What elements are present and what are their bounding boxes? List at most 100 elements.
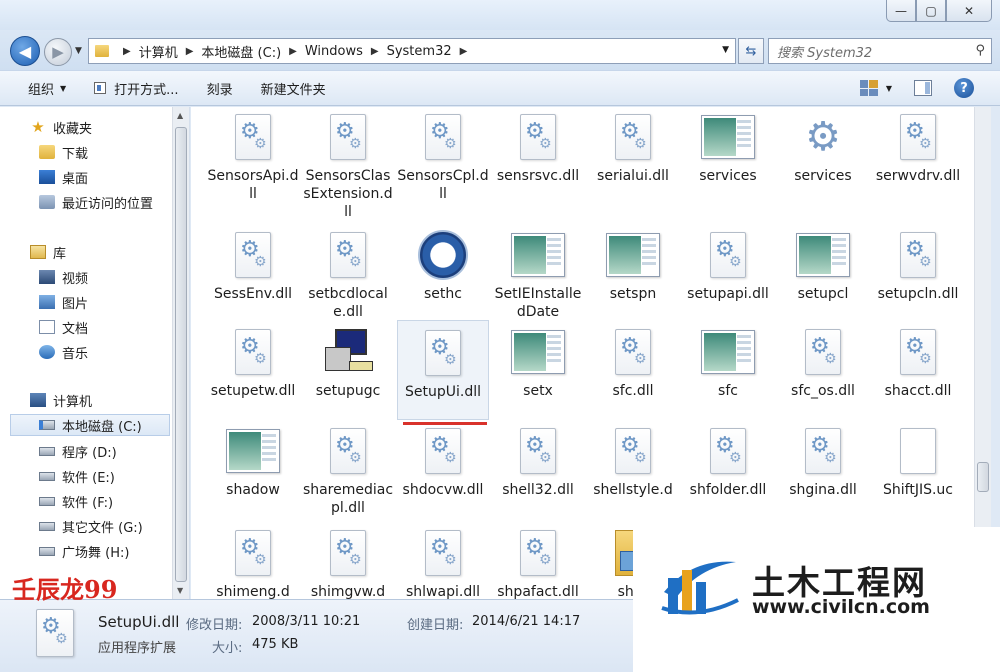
file-item[interactable]: services bbox=[682, 111, 774, 185]
breadcrumb-windows[interactable]: Windows bbox=[305, 44, 363, 59]
breadcrumb-separator-icon[interactable]: ▶ bbox=[371, 46, 379, 57]
file-item[interactable]: shell32.dll bbox=[492, 425, 584, 499]
nav-drive-d[interactable]: 程序 (D:) bbox=[39, 440, 117, 462]
nav-recent-places[interactable]: 最近访问的位置 bbox=[39, 191, 153, 213]
file-item[interactable]: SetupUi.dll bbox=[397, 320, 489, 420]
file-item[interactable]: ShiftJIS.uc bbox=[872, 425, 964, 499]
address-bar[interactable]: ▶ 计算机 ▶ 本地磁盘 (C:) ▶ Windows ▶ System32 ▶… bbox=[88, 38, 736, 64]
file-item[interactable]: serialui.dll bbox=[587, 111, 679, 185]
scroll-down-icon[interactable]: ▼ bbox=[177, 586, 183, 595]
file-item[interactable]: SensorsCpl.dll bbox=[397, 111, 489, 203]
new-folder-button[interactable]: 新建文件夹 bbox=[247, 71, 340, 105]
organize-menu[interactable]: 组织 ▼ bbox=[0, 71, 80, 105]
file-item[interactable]: ⚙ services bbox=[777, 111, 869, 185]
dll-icon bbox=[415, 111, 471, 163]
maximize-button[interactable]: ▢ bbox=[916, 0, 946, 22]
nav-drive-g[interactable]: 其它文件 (G:) bbox=[39, 515, 143, 537]
file-item[interactable]: setupetw.dll bbox=[207, 326, 299, 400]
file-item[interactable]: sethc bbox=[397, 229, 489, 303]
breadcrumb-separator-icon[interactable]: ▶ bbox=[289, 46, 297, 57]
file-item[interactable]: shlwapi.dll bbox=[397, 527, 489, 599]
scroll-up-icon[interactable]: ▲ bbox=[177, 111, 183, 120]
file-item[interactable]: SessEnv.dll bbox=[207, 229, 299, 303]
file-item[interactable]: SensorsClassExtension.dll bbox=[302, 111, 394, 221]
organize-label: 组织 bbox=[28, 82, 55, 98]
view-options-dropdown-icon[interactable]: ▼ bbox=[886, 84, 892, 93]
file-item[interactable]: shfolder.dll bbox=[682, 425, 774, 499]
minimize-button[interactable]: — bbox=[886, 0, 916, 22]
help-icon[interactable]: ? bbox=[954, 78, 974, 98]
details-modified-value: 2008/3/11 10:21 bbox=[252, 614, 361, 629]
file-item[interactable]: shacct.dll bbox=[872, 326, 964, 400]
open-with-button[interactable]: 打开方式... bbox=[80, 71, 192, 105]
file-name: setupugc bbox=[315, 383, 381, 399]
breadcrumb-system32[interactable]: System32 bbox=[387, 44, 452, 59]
nav-drive-c[interactable]: 本地磁盘 (C:) bbox=[10, 414, 170, 436]
forward-button[interactable]: ▶ bbox=[44, 38, 72, 66]
file-item[interactable]: shellstyle.d bbox=[587, 425, 679, 499]
file-item[interactable]: shimgvw.d bbox=[302, 527, 394, 599]
file-item[interactable]: setupapi.dll bbox=[682, 229, 774, 303]
nav-drive-e[interactable]: 软件 (E:) bbox=[39, 465, 115, 487]
close-button[interactable]: ✕ bbox=[946, 0, 992, 22]
recent-places-icon bbox=[39, 195, 55, 209]
burn-button[interactable]: 刻录 bbox=[193, 71, 247, 105]
nav-music[interactable]: 音乐 bbox=[39, 341, 88, 363]
file-item[interactable]: sharemediacpl.dll bbox=[302, 425, 394, 517]
nav-drive-f[interactable]: 软件 (F:) bbox=[39, 490, 113, 512]
file-item[interactable]: serwvdrv.dll bbox=[872, 111, 964, 185]
search-icon[interactable]: ⚲ bbox=[975, 43, 985, 58]
file-item[interactable]: setupcl bbox=[777, 229, 869, 303]
nav-documents[interactable]: 文档 bbox=[39, 316, 88, 338]
dll-icon bbox=[890, 229, 946, 281]
nav-favorites[interactable]: ★ 收藏夹 bbox=[30, 116, 92, 138]
file-item[interactable]: shgina.dll bbox=[777, 425, 869, 499]
nav-computer[interactable]: 计算机 bbox=[30, 389, 92, 411]
nav-drive-d-label: 程序 (D:) bbox=[62, 445, 117, 461]
nav-pictures[interactable]: 图片 bbox=[39, 291, 88, 313]
file-list-scroll-thumb[interactable] bbox=[977, 462, 989, 492]
nav-downloads[interactable]: 下载 bbox=[39, 141, 88, 163]
file-item[interactable]: setspn bbox=[587, 229, 679, 303]
file-item[interactable]: setupugc bbox=[302, 326, 394, 400]
file-item[interactable]: SensorsApi.dll bbox=[207, 111, 299, 203]
search-input[interactable]: 搜索 System32 ⚲ bbox=[768, 38, 992, 64]
file-item[interactable]: setupcln.dll bbox=[872, 229, 964, 303]
file-item[interactable]: sfc.dll bbox=[587, 326, 679, 400]
file-item[interactable]: setx bbox=[492, 326, 584, 400]
preview-pane-icon[interactable] bbox=[914, 80, 932, 96]
dll-icon bbox=[225, 229, 281, 281]
nav-libraries[interactable]: 库 bbox=[30, 241, 66, 263]
nav-desktop[interactable]: 桌面 bbox=[39, 166, 88, 188]
file-item[interactable]: sfc bbox=[682, 326, 774, 400]
change-view-icon[interactable] bbox=[859, 80, 878, 96]
file-item[interactable]: sfc_os.dll bbox=[777, 326, 869, 400]
file-item[interactable]: setbcdlocale.dll bbox=[302, 229, 394, 321]
address-dropdown-icon[interactable]: ▼ bbox=[722, 45, 729, 55]
burn-label: 刻录 bbox=[206, 82, 233, 98]
breadcrumb-separator-icon[interactable]: ▶ bbox=[123, 46, 131, 57]
nav-drive-h[interactable]: 广场舞 (H:) bbox=[39, 540, 129, 562]
file-name: setupcln.dll bbox=[877, 286, 959, 302]
breadcrumb-computer[interactable]: 计算机 bbox=[139, 42, 178, 61]
nav-videos[interactable]: 视频 bbox=[39, 266, 88, 288]
file-item[interactable]: shadow bbox=[207, 425, 299, 499]
nav-scroll-thumb[interactable] bbox=[175, 127, 187, 582]
recent-pages-dropdown[interactable]: ▼ bbox=[75, 46, 82, 56]
back-button[interactable]: ◀ bbox=[10, 36, 40, 66]
nav-computer-label: 计算机 bbox=[53, 394, 93, 410]
nav-scrollbar[interactable]: ▲ ▼ bbox=[172, 107, 189, 599]
file-item[interactable]: sensrsvc.dll bbox=[492, 111, 584, 185]
breadcrumb-drive-c[interactable]: 本地磁盘 (C:) bbox=[201, 42, 281, 61]
file-item[interactable]: shdocvw.dll bbox=[397, 425, 489, 499]
file-item[interactable]: SetIEInstalledDate bbox=[492, 229, 584, 321]
file-list-scrollbar[interactable] bbox=[974, 107, 991, 599]
refresh-button[interactable]: ⇆ bbox=[738, 38, 764, 64]
file-item[interactable]: shimeng.d bbox=[207, 527, 299, 599]
breadcrumb-separator-icon[interactable]: ▶ bbox=[186, 46, 194, 57]
file-name: shlwapi.dll bbox=[406, 584, 480, 599]
breadcrumb-separator-icon[interactable]: ▶ bbox=[460, 46, 468, 57]
nav-drive-g-label: 其它文件 (G:) bbox=[62, 520, 143, 536]
file-name: setupapi.dll bbox=[687, 286, 769, 302]
file-item[interactable]: shpafact.dll bbox=[492, 527, 584, 599]
